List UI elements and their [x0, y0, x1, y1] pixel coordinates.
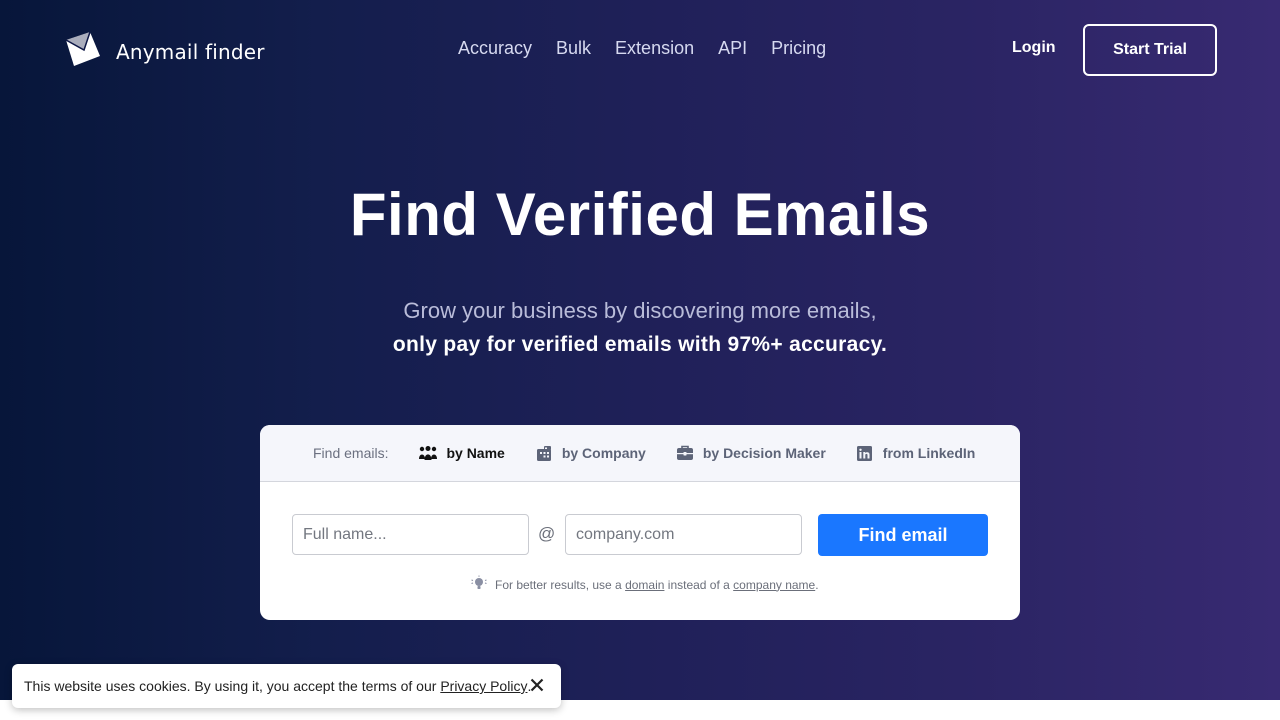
tab-label: from LinkedIn [882, 445, 976, 461]
nav-pricing[interactable]: Pricing [771, 38, 826, 59]
start-trial-button[interactable]: Start Trial [1083, 24, 1217, 76]
full-name-input[interactable] [292, 514, 529, 555]
find-email-button[interactable]: Find email [818, 514, 988, 556]
search-form: @ Find email For better results, use a d… [260, 482, 1020, 619]
linkedin-icon [855, 445, 875, 461]
logo-link[interactable]: Anymail finder [64, 30, 265, 73]
tab-label: by Company [561, 445, 646, 461]
domain-link[interactable]: domain [625, 578, 664, 592]
at-sign: @ [538, 524, 556, 543]
people-icon [418, 445, 438, 461]
company-name-link[interactable]: company name [733, 578, 815, 592]
hero-tagline: only pay for verified emails with 97%+ a… [392, 333, 888, 356]
envelope-icon [64, 30, 102, 73]
hint-middle: instead of a [667, 577, 730, 592]
brand-name: Anymail finder [116, 39, 265, 64]
lightbulb-icon [470, 575, 495, 594]
login-link[interactable]: Login [1012, 39, 1056, 57]
search-mode-tabs: Find emails: by Name by Company by Decis… [260, 425, 1020, 482]
tab-by-company[interactable]: by Company [534, 445, 646, 461]
tab-by-decision-maker[interactable]: by Decision Maker [675, 445, 826, 461]
cookie-banner: This website uses cookies. By using it, … [12, 664, 561, 708]
briefcase-icon [675, 445, 695, 461]
nav-bulk[interactable]: Bulk [556, 38, 591, 59]
company-domain-input[interactable] [565, 514, 802, 555]
tabs-label: Find emails: [313, 445, 389, 461]
tab-label: by Decision Maker [702, 445, 826, 461]
tab-from-linkedin[interactable]: from LinkedIn [855, 445, 976, 461]
nav-api[interactable]: API [718, 38, 747, 59]
page-title: Find Verified Emails [349, 181, 931, 248]
site-header: Anymail finder Accuracy Bulk Extension A… [0, 0, 1280, 98]
hero-subtitle: Grow your business by discovering more e… [403, 298, 877, 323]
privacy-policy-link[interactable]: Privacy Policy [440, 678, 527, 694]
search-hint: For better results, use a domain instead… [470, 575, 819, 594]
main-nav: Accuracy Bulk Extension API Pricing [458, 38, 850, 59]
cookie-text: This website uses cookies. By using it, … [24, 678, 437, 694]
building-icon [534, 445, 554, 461]
email-search-card: Find emails: by Name by Company by Decis… [260, 425, 1020, 620]
tab-by-name[interactable]: by Name [418, 445, 505, 461]
hint-prefix: For better results, use a [495, 577, 622, 592]
nav-extension[interactable]: Extension [615, 38, 694, 59]
hint-suffix: . [815, 577, 819, 592]
nav-accuracy[interactable]: Accuracy [458, 38, 532, 59]
tab-label: by Name [446, 445, 505, 461]
close-icon[interactable] [528, 675, 546, 695]
